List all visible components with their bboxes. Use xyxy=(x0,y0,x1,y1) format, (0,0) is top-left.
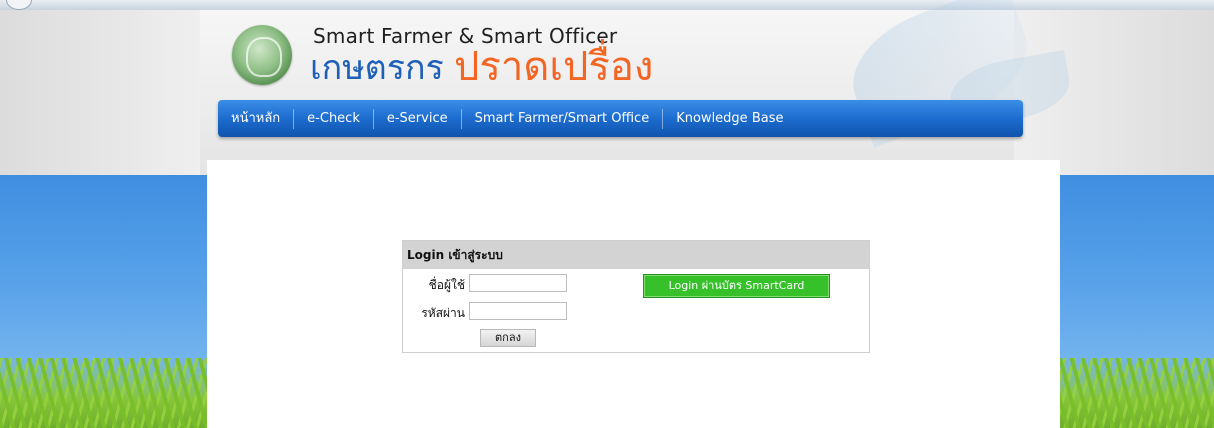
emblem-inner-shape xyxy=(246,37,282,77)
browser-back-icon[interactable] xyxy=(6,0,32,10)
password-label: รหัสผ่าน xyxy=(421,306,465,320)
username-label: ชื่อผู้ใช้ xyxy=(428,278,465,292)
nav-item-knowledge-base[interactable]: Knowledge Base xyxy=(663,109,796,129)
header-shade-left xyxy=(0,10,200,175)
username-input[interactable] xyxy=(469,274,567,292)
smartcard-login-button[interactable]: Login ผ่านบัตร SmartCard xyxy=(643,274,830,298)
main-navbar: หน้าหลัก e-Check e-Service Smart Farmer/… xyxy=(218,100,1023,137)
logo-thai-title-blue: เกษตรกร xyxy=(310,48,444,88)
nav-item-e-check[interactable]: e-Check xyxy=(294,109,373,129)
nav-item-home[interactable]: หน้าหลัก xyxy=(218,109,293,129)
login-submit-button[interactable]: ตกลง xyxy=(480,329,536,347)
nav-item-smart-farmer[interactable]: Smart Farmer/Smart Office xyxy=(462,109,663,129)
department-emblem-logo[interactable] xyxy=(232,25,292,85)
login-panel: Login เข้าสู่ระบบ ชื่อผู้ใช้ รหัสผ่าน ตก… xyxy=(402,240,870,353)
logo-thai-title-orange: ปราดเปรื่อง xyxy=(454,44,654,90)
login-panel-title: Login เข้าสู่ระบบ xyxy=(403,241,869,269)
password-input[interactable] xyxy=(469,302,567,320)
nav-item-e-service[interactable]: e-Service xyxy=(374,109,461,129)
grass-right xyxy=(1054,358,1214,428)
grass-left xyxy=(0,358,210,428)
